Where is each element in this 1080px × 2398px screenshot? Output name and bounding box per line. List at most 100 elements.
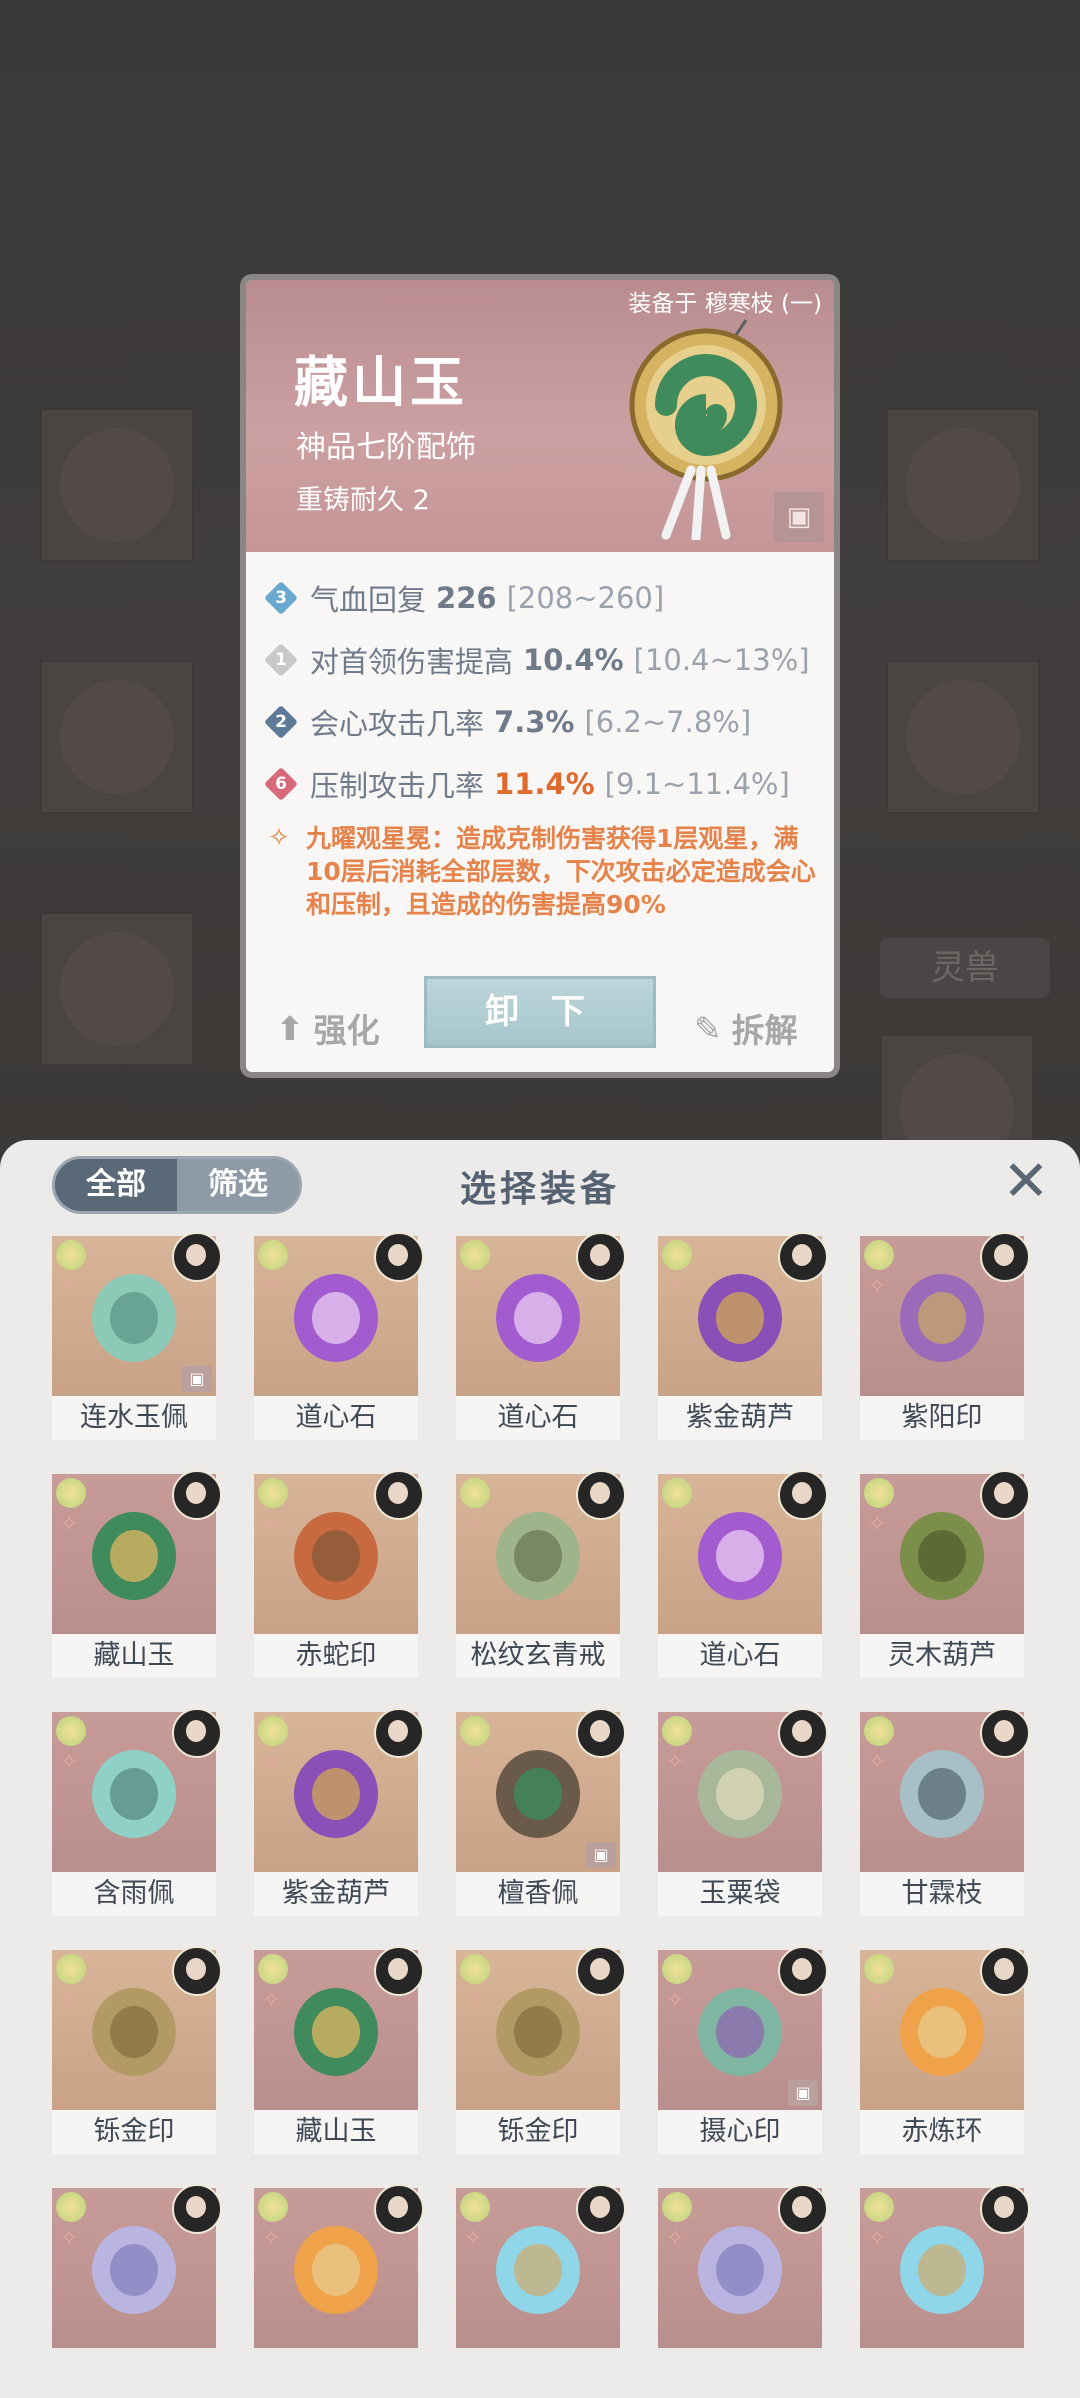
purple-orb-icon	[286, 1260, 386, 1370]
equipment-slot[interactable]: ✧ 藏山玉	[254, 1946, 424, 2168]
tier-gem-icon	[460, 2192, 490, 2222]
equipment-art: ✧	[254, 1946, 424, 2110]
equipment-slot[interactable]: ✧	[658, 2184, 828, 2398]
equipment-slot-label: 摄心印	[658, 2110, 822, 2154]
owner-avatar	[374, 2184, 424, 2234]
lock-icon[interactable]: ▣	[774, 492, 824, 542]
refine-icon: ✧	[464, 1512, 483, 1537]
equipment-slot[interactable]: ✧ 甘霖枝	[860, 1708, 1030, 1930]
equipment-slot[interactable]: ✧ ▣ 摄心印	[658, 1946, 828, 2168]
arrow-up-icon: ⬆	[276, 1008, 304, 1048]
equipment-slot[interactable]: ✧	[52, 2184, 222, 2398]
tier-gem-icon	[864, 1478, 894, 1508]
refine-icon: ✧	[60, 1274, 79, 1299]
equipment-slot-label: 赤炼环	[860, 2110, 1024, 2154]
enhance-button[interactable]: ⬆ 强化	[276, 1004, 380, 1052]
equipment-slot[interactable]: ✧ 道心石	[254, 1232, 424, 1454]
equipment-slot[interactable]: ✧ 铄金印	[456, 1946, 626, 2168]
tier-gem-icon	[258, 1954, 288, 1984]
equipment-slot[interactable]: ✧ 灵木葫芦	[860, 1470, 1030, 1692]
stat-tier-badge: 6	[264, 767, 298, 801]
jade-disc-icon	[84, 1498, 184, 1608]
refine-icon: ✧	[262, 2226, 281, 2251]
owner-avatar	[576, 1470, 626, 1520]
unequip-button[interactable]: 卸 下	[424, 976, 656, 1048]
equipment-slot[interactable]: ✧ 道心石	[658, 1470, 828, 1692]
equipment-slot-label: 连水玉佩	[52, 1396, 216, 1440]
jade-pendant-icon	[84, 1260, 184, 1370]
purple-gourd-icon	[286, 1736, 386, 1846]
equipment-slot[interactable]: ✧ 道心石	[456, 1232, 626, 1454]
equipment-art: ✧	[254, 1232, 424, 1396]
owner-avatar	[172, 1470, 222, 1520]
equipment-slot[interactable]: ✧ 玉粟袋	[658, 1708, 828, 1930]
stat-row: 6 压制攻击几率 11.4% [9.1~11.4%]	[264, 758, 790, 810]
owner-avatar	[980, 2184, 1030, 2234]
equipment-slot[interactable]: ✧	[254, 2184, 424, 2398]
equipment-slot[interactable]: ✧ 紫金葫芦	[254, 1708, 424, 1930]
purple-gourd-icon	[690, 1260, 790, 1370]
equipment-slot[interactable]: ✧ 铄金印	[52, 1946, 222, 2168]
equipment-slot[interactable]: ✧	[860, 2184, 1030, 2398]
equipment-slot[interactable]: ✧	[456, 2184, 626, 2398]
rain-pendant-icon	[84, 1736, 184, 1846]
dismantle-label: 拆解	[731, 1011, 798, 1050]
stat-row: 2 会心攻击几率 7.3% [6.2~7.8%]	[264, 696, 751, 748]
lock-icon: ▣	[788, 2080, 818, 2106]
equipment-art: ✧	[254, 1470, 424, 1634]
equipment-slot[interactable]: ✧ 紫阳印	[860, 1232, 1030, 1454]
equipment-art: ✧	[456, 1470, 626, 1634]
ring-icon	[488, 1498, 588, 1608]
card-header: 装备于 穆寒枝 (一) 藏山玉 神品七阶配饰 重铸耐久 2 ▣	[246, 280, 834, 552]
equipment-slot[interactable]: ✧ 松纹玄青戒	[456, 1470, 626, 1692]
owner-avatar	[576, 2184, 626, 2234]
refine-icon: ✧	[464, 1750, 483, 1775]
jade-disc-icon	[286, 1974, 386, 2084]
equipment-slot[interactable]: ✧ ▣ 连水玉佩	[52, 1232, 222, 1454]
equipment-slot-label: 紫阳印	[860, 1396, 1024, 1440]
equipment-slot-label: 紫金葫芦	[658, 1396, 822, 1440]
owner-avatar	[778, 1470, 828, 1520]
equipment-art: ✧	[658, 1232, 828, 1396]
owner-avatar	[172, 1708, 222, 1758]
equipment-slot-label: 紫金葫芦	[254, 1872, 418, 1916]
stat-value: 7.3%	[494, 705, 575, 739]
stat-value: 10.4%	[523, 643, 624, 677]
equipment-slot[interactable]: ✧ ▣ 檀香佩	[456, 1708, 626, 1930]
purple-orb-icon	[690, 1498, 790, 1608]
branch-icon	[892, 1736, 992, 1846]
equipment-art: ✧	[456, 1946, 626, 2110]
dismantle-button[interactable]: ✎ 拆解	[694, 1004, 798, 1052]
stat-tier-badge: 3	[264, 581, 298, 615]
owner-avatar	[374, 1470, 424, 1520]
owner-avatar	[374, 1232, 424, 1282]
equipment-grade: 神品七阶配饰	[296, 430, 476, 465]
background-slot	[40, 660, 194, 814]
background-slot	[40, 912, 194, 1066]
equipment-slot[interactable]: ✧ 藏山玉	[52, 1470, 222, 1692]
spirit-orb-icon	[84, 2212, 184, 2322]
owner-avatar	[980, 1946, 1030, 1996]
equipment-slot[interactable]: ✧ 含雨佩	[52, 1708, 222, 1930]
owner-avatar	[980, 1708, 1030, 1758]
tier-gem-icon	[662, 2192, 692, 2222]
tier-gem-icon	[662, 1716, 692, 1746]
owner-avatar	[980, 1232, 1030, 1282]
gold-seal-icon	[84, 1974, 184, 2084]
equipment-art: ✧	[658, 1470, 828, 1634]
snake-seal-icon	[286, 1498, 386, 1608]
owner-avatar	[576, 1708, 626, 1758]
equipment-art: ✧	[52, 1470, 222, 1634]
stat-range: [6.2~7.8%]	[584, 705, 752, 739]
stat-label: 对首领伤害提高	[310, 645, 514, 679]
equipment-slot-label: 道心石	[254, 1396, 418, 1440]
equipment-slot[interactable]: ✧ 赤炼环	[860, 1946, 1030, 2168]
equipment-slot[interactable]: ✧ 赤蛇印	[254, 1470, 424, 1692]
owner-avatar	[374, 1946, 424, 1996]
close-icon[interactable]: ✕	[998, 1154, 1054, 1210]
tier-gem-icon	[864, 2192, 894, 2222]
spirit-beast-tag: 灵兽	[880, 938, 1050, 998]
spirit-orb-icon	[690, 2212, 790, 2322]
lock-icon: ▣	[586, 1842, 616, 1868]
equipment-slot[interactable]: ✧ 紫金葫芦	[658, 1232, 828, 1454]
